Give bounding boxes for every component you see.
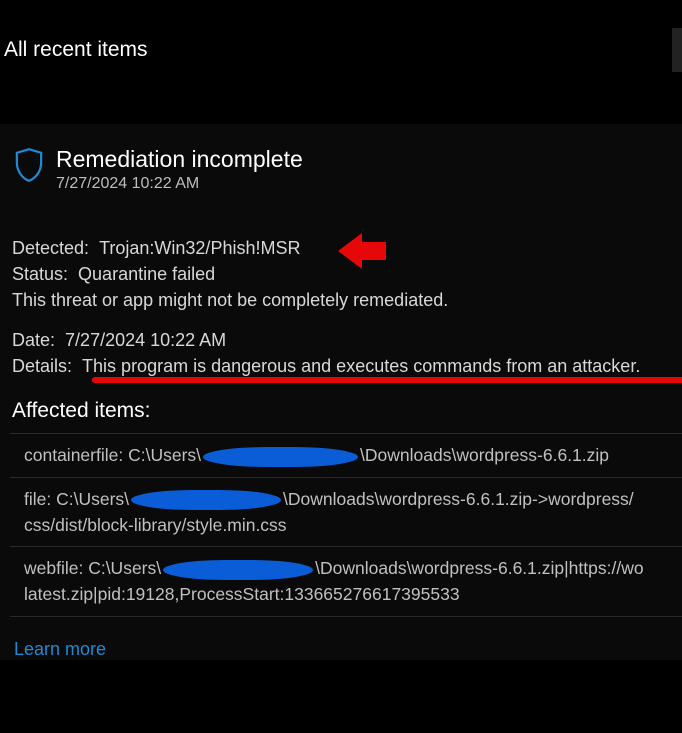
threat-card: Remediation incomplete 7/27/2024 10:22 A… — [0, 124, 682, 660]
learn-more-link[interactable]: Learn more — [14, 639, 106, 660]
page-header: All recent items — [0, 0, 682, 62]
card-title: Remediation incomplete — [56, 146, 303, 173]
redacted-text — [163, 560, 313, 580]
affected-item-line2: latest.zip|pid:19128,ProcessStart:133665… — [24, 584, 460, 604]
threat-summary: This threat or app might not be complete… — [12, 287, 682, 313]
details-value: This program is dangerous and executes c… — [82, 356, 640, 376]
date-details-block: Date: 7/27/2024 10:22 AM Details: This p… — [10, 327, 682, 379]
affected-item-prefix: file: C:\Users\ — [24, 489, 129, 509]
status-value: Quarantine failed — [78, 264, 215, 284]
affected-item-suffix: \Downloads\wordpress-6.6.1.zip — [360, 445, 609, 465]
card-header: Remediation incomplete 7/27/2024 10:22 A… — [10, 146, 682, 193]
redacted-text — [203, 447, 358, 467]
shield-icon — [14, 148, 44, 182]
details-label: Details: — [12, 356, 72, 376]
red-underline-annotation — [92, 377, 682, 383]
affected-item-suffix: \Downloads\wordpress-6.6.1.zip|https://w… — [315, 558, 643, 578]
affected-item-prefix: containerfile: C:\Users\ — [24, 445, 201, 465]
page-title: All recent items — [4, 38, 682, 62]
affected-item: file: C:\Users\ \Downloads\wordpress-6.6.… — [10, 477, 682, 547]
date-label: Date: — [12, 330, 55, 350]
affected-item-prefix: webfile: C:\Users\ — [24, 558, 161, 578]
detected-value: Trojan:Win32/Phish!MSR — [99, 238, 300, 258]
card-title-block: Remediation incomplete 7/27/2024 10:22 A… — [56, 146, 303, 193]
affected-items-heading: Affected items: — [10, 399, 682, 423]
side-button-fragment[interactable] — [672, 28, 682, 72]
date-value: 7/27/2024 10:22 AM — [65, 330, 226, 350]
affected-item: containerfile: C:\Users\ \Downloads\wordp… — [10, 433, 682, 476]
affected-item: webfile: C:\Users\ \Downloads\wordpress-6… — [10, 546, 682, 617]
affected-item-suffix: \Downloads\wordpress-6.6.1.zip->wordpres… — [283, 489, 634, 509]
detection-block: Detected: Trojan:Win32/Phish!MSR Status:… — [10, 235, 682, 313]
detected-label: Detected: — [12, 238, 89, 258]
card-timestamp: 7/27/2024 10:22 AM — [56, 175, 303, 193]
date-row: Date: 7/27/2024 10:22 AM — [12, 327, 682, 353]
details-row: Details: This program is dangerous and e… — [12, 353, 682, 379]
status-label: Status: — [12, 264, 68, 284]
red-arrow-annotation — [338, 229, 388, 273]
affected-items-list: containerfile: C:\Users\ \Downloads\wordp… — [10, 433, 682, 616]
redacted-text — [131, 490, 281, 510]
affected-item-line2: css/dist/block-library/style.min.css — [24, 515, 287, 535]
